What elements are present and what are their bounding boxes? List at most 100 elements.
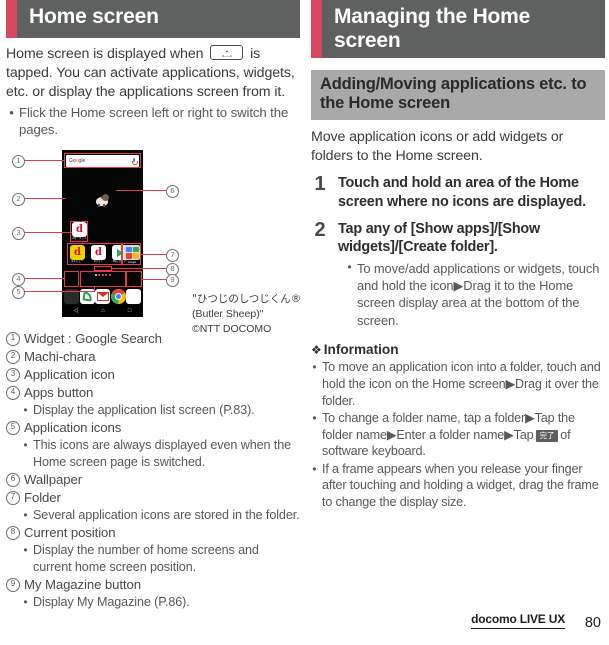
information-text: To move an application icon into a folde… <box>322 360 601 408</box>
step-bullet: • To move/add applications or widgets, t… <box>346 260 605 330</box>
legend-item-2: 2 Machi-chara <box>6 348 300 365</box>
legend-list: 1 Widget : Google Search 2 Machi-chara 3… <box>6 330 300 610</box>
legend-sub-text: Display the application list screen (P.8… <box>33 402 255 417</box>
legend-label: Folder <box>24 489 61 505</box>
section-heading-home-screen: Home screen <box>6 0 300 38</box>
right-column: Managing the Home screen Adding/Moving a… <box>311 0 605 511</box>
legend-sub-text: Several application icons are stored in … <box>33 507 300 522</box>
callout-box-folder <box>122 243 141 265</box>
legend-number: 3 <box>6 367 20 382</box>
callout-number-7: 7 <box>166 249 179 262</box>
callout-number-6: 6 <box>166 185 179 198</box>
intro-text-before: Home screen is displayed when <box>6 46 204 62</box>
legend-number: 4 <box>6 385 20 400</box>
chrome-app-icon[interactable] <box>110 289 126 304</box>
legend-sub-7-1: • Several application icons are stored i… <box>22 507 300 524</box>
legend-label: Application icons <box>24 419 122 435</box>
legend-label: Current position <box>24 524 116 540</box>
legend-number: 7 <box>6 490 20 505</box>
step-number: 2 <box>314 218 326 241</box>
callout-number-3: 3 <box>12 227 25 240</box>
information-text: To change a folder name, tap a folder▶Ta… <box>322 410 605 460</box>
footer-brand: docomo LIVE UX <box>471 612 565 629</box>
legend-item-6: 6 Wallpaper <box>6 471 300 488</box>
step-number: 1 <box>314 173 326 196</box>
legend-number: 1 <box>6 332 20 346</box>
legend-sub-9-1: • Display My Magazine (P.86). <box>22 594 300 611</box>
legend-number: 6 <box>6 472 20 487</box>
legend-item-3: 3 Application icon <box>6 366 300 383</box>
information-text: If a frame appears when you release your… <box>322 461 599 510</box>
callout-box-widget <box>64 153 141 168</box>
heading-accent-bar <box>6 0 17 38</box>
section-heading-managing-home-screen: Managing the Home screen <box>311 0 605 59</box>
callout-number-1: 1 <box>12 155 25 168</box>
recents-icon[interactable]: □ <box>128 308 132 314</box>
heading-text: Home screen <box>29 5 159 28</box>
legend-number: 5 <box>6 420 20 435</box>
my-magazine-button[interactable] <box>126 289 141 304</box>
heading-text: Managing the Home screen <box>334 5 531 52</box>
legend-label: Application icon <box>24 366 115 382</box>
callout-number-9: 9 <box>166 274 179 287</box>
step-title: Tap any of [Show apps]/[Show widgets]/[C… <box>338 220 540 256</box>
information-heading-text: Information <box>323 342 399 358</box>
legend-sub-4-1: • Display the application list screen (P… <box>22 402 300 419</box>
footer-page-number: 80 <box>584 615 601 631</box>
bullet-dot-icon: • <box>23 594 28 609</box>
bullet-dot-icon: • <box>347 259 352 274</box>
intro-bullet-text: Flick the Home screen left or right to s… <box>19 104 289 138</box>
legend-item-7: 7 Folder <box>6 489 300 506</box>
legend-label: Wallpaper <box>24 471 82 487</box>
information-item-1: • To move an application icon into a fol… <box>311 359 605 409</box>
manual-page: Home screen Home screen is displayed whe… <box>0 0 609 645</box>
callout-number-5: 5 <box>12 286 25 299</box>
legend-number: 9 <box>6 577 20 592</box>
back-icon[interactable]: ◁ <box>74 308 79 314</box>
callout-number-2: 2 <box>12 193 25 206</box>
legend-item-5: 5 Application icons <box>6 419 300 436</box>
heading-accent-bar <box>311 0 322 59</box>
flower-bullet-icon: ❖ <box>311 342 322 357</box>
bullet-dot-icon: • <box>23 507 28 522</box>
bullet-dot-icon: • <box>23 437 28 452</box>
information-item-3: • If a frame appears when you release yo… <box>311 461 605 511</box>
legend-sub-text: Display the number of home screens and c… <box>33 542 259 574</box>
navigation-bar: ◁ ⌂ □ <box>62 305 143 317</box>
home-icon[interactable]: ⌂ <box>101 308 105 314</box>
callout-box-current-position <box>94 266 112 271</box>
callout-box-app-icons <box>67 243 122 265</box>
callout-number-4: 4 <box>12 273 25 286</box>
legend-number: 2 <box>6 349 20 364</box>
legend-label: My Magazine button <box>24 576 141 592</box>
step-title: Touch and hold an area of the Home scree… <box>338 175 586 210</box>
legend-item-8: 8 Current position <box>6 524 300 541</box>
step-1: 1 Touch and hold an area of the Home scr… <box>311 174 605 211</box>
machi-chara-caption: "ひつじのしつじくん® (Butler Sheep)" ©NTT DOCOMO <box>192 292 304 338</box>
legend-label: Machi-chara <box>24 348 96 364</box>
legend-label: Widget : Google Search <box>24 331 162 346</box>
machi-chara-character[interactable] <box>95 194 109 207</box>
legend-item-4: 4 Apps button <box>6 384 300 401</box>
subsection-heading: Adding/Moving applications etc. to the H… <box>311 70 605 120</box>
left-column: Home screen Home screen is displayed whe… <box>6 0 301 611</box>
page-footer: docomo LIVE UX 80 <box>0 611 609 637</box>
mail-app-icon[interactable] <box>95 289 110 304</box>
legend-item-9: 9 My Magazine button <box>6 576 300 593</box>
caption-line-2: (Butler Sheep)" <box>192 308 264 321</box>
legend-sub-5-1: • This icons are always displayed even w… <box>22 437 300 470</box>
legend-sub-text: Display My Magazine (P.86). <box>33 594 190 609</box>
intro-paragraph: Home screen is displayed when is tapped.… <box>6 45 300 102</box>
callout-box-dock-icons <box>80 271 126 287</box>
legend-sub-text: This icons are always displayed even whe… <box>33 437 292 469</box>
bullet-dot-icon: • <box>312 461 317 476</box>
legend-number: 8 <box>6 525 20 540</box>
legend-label: Apps button <box>24 384 94 400</box>
bullet-dot-icon: • <box>23 402 28 417</box>
callout-box-apps-button <box>64 271 79 287</box>
bullet-dot-icon: • <box>9 104 14 120</box>
right-intro-paragraph: Move application icons or add widgets or… <box>311 128 564 164</box>
step-2: 2 Tap any of [Show apps]/[Show widgets]/… <box>311 218 605 330</box>
caption-line-1: "ひつじのしつじくん® <box>192 293 302 305</box>
information-item-2: • To change a folder name, tap a folder▶… <box>311 410 605 460</box>
